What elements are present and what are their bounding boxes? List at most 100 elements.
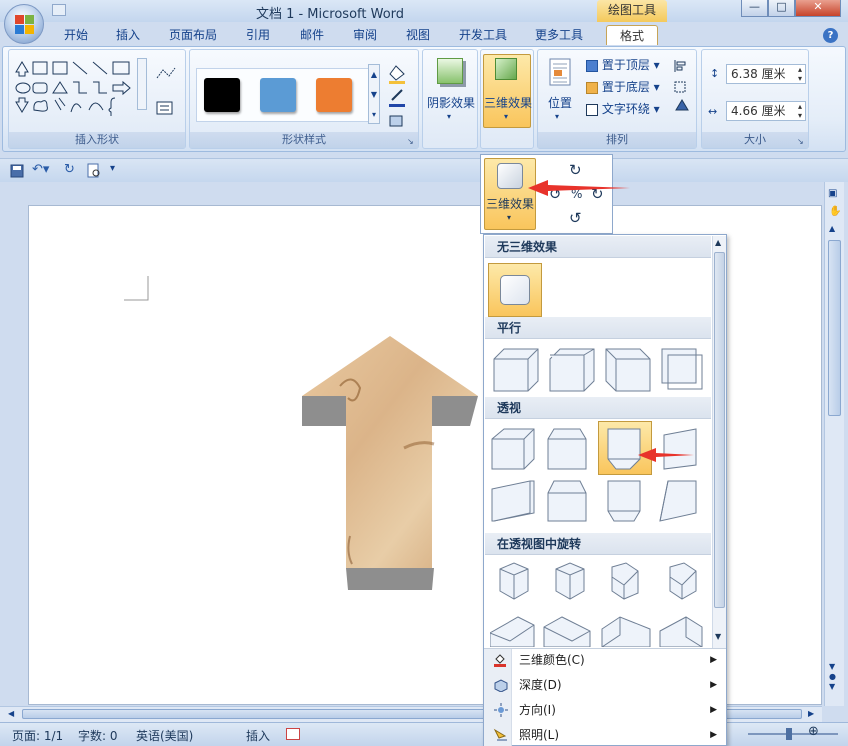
scroll-up-icon[interactable]: ▲ (715, 238, 721, 247)
margin-corner-mark (124, 276, 149, 301)
insert-mode[interactable]: 插入 (246, 727, 270, 744)
tab-mailings[interactable]: 邮件 (292, 25, 332, 45)
bring-front-label: 置于顶层 (601, 58, 650, 72)
menu-direction[interactable]: 方向(I) ▶ (485, 698, 725, 723)
shadow-effects-label[interactable]: 阴影效果 (423, 94, 479, 111)
context-tool-title: 绘图工具 (597, 0, 667, 22)
section-perspective-rotation: 在透视图中旋转 (485, 533, 711, 555)
scroll-right-icon[interactable]: ▶ (808, 709, 814, 718)
group-size: ↕ 6.38 厘米 ▴ ▾ ↔ 4.66 厘米 ▴ ▾ 大小 ↘ (701, 49, 809, 149)
no-3d-effect-option[interactable] (488, 263, 542, 317)
language-status[interactable]: 英语(美国) (136, 727, 193, 744)
office-button[interactable] (4, 4, 44, 44)
save-icon[interactable] (10, 164, 24, 178)
shadow-effects-icon[interactable] (437, 58, 463, 84)
3d-effects-gallery: 无三维效果 平行 透视 在透视图中旋转 ▲ ▼ 三维颜色(C) ▶ 深度(D) … (483, 234, 727, 746)
hand-icon: ✋ (829, 206, 842, 217)
group-shadow-effects: 阴影效果 ▾ (422, 49, 478, 149)
position-label[interactable]: 位置 (540, 94, 580, 111)
shapes-gallery-icon[interactable] (13, 58, 149, 116)
bring-to-front-button[interactable]: 置于顶层 ▾ (586, 56, 666, 73)
send-to-back-button[interactable]: 置于底层 ▾ (586, 78, 666, 95)
paint-bucket-icon (493, 653, 507, 667)
chevron-down-icon: ▾ (555, 112, 560, 121)
tab-review[interactable]: 审阅 (345, 25, 385, 45)
edit-shape-icon[interactable] (155, 66, 181, 82)
customize-qat-icon[interactable]: ▾ (110, 163, 115, 174)
tilt-down-icon[interactable]: ↺ (569, 209, 582, 227)
zoom-in-icon[interactable]: ⊕ (808, 724, 819, 739)
width-input[interactable]: 4.66 厘米 ▴ ▾ (726, 101, 806, 121)
dialog-launcher-icon[interactable]: ↘ (407, 137, 416, 146)
help-icon[interactable]: ? (823, 28, 838, 43)
tab-references[interactable]: 引用 (238, 25, 278, 45)
tab-view[interactable]: 视图 (398, 25, 438, 45)
gallery-scrollbar[interactable]: ▲ ▼ (712, 236, 726, 648)
style-swatch-black[interactable] (204, 78, 240, 112)
menu-3d-color[interactable]: 三维颜色(C) ▶ (485, 648, 725, 673)
shapes-gallery-scroll[interactable] (137, 58, 147, 110)
annotation-arrow-2 (638, 448, 694, 462)
rotation-presets[interactable] (490, 561, 708, 647)
chevron-down-icon: ▾ (504, 112, 509, 121)
style-swatch-orange[interactable] (316, 78, 352, 112)
submenu-arrow-icon: ▶ (710, 730, 717, 740)
scroll-down-icon[interactable]: ▼ ● ▼ (829, 662, 836, 692)
tab-insert[interactable]: 插入 (108, 25, 148, 45)
undo-icon[interactable]: ↶▾ (32, 162, 49, 177)
tilt-up-icon[interactable]: ↻ (569, 161, 582, 179)
text-box-icon[interactable] (155, 100, 175, 116)
word-count[interactable]: 字数: 0 (78, 727, 118, 744)
spin-arrows-icon[interactable]: ▴ ▾ (798, 102, 802, 120)
scroll-down-icon[interactable]: ▼ (715, 632, 721, 641)
tab-format[interactable]: 格式 (606, 25, 658, 45)
arrow-shape[interactable] (300, 336, 482, 592)
vertical-scrollbar[interactable]: ▣ ✋ ▲ ▼ ● ▼ (824, 182, 844, 706)
scroll-left-icon[interactable]: ◀ (8, 709, 14, 718)
menu-lighting[interactable]: 照明(L) ▶ (485, 723, 725, 746)
office-logo-icon-part (25, 25, 34, 34)
ruler-toggle-icon[interactable]: ▣ (828, 188, 837, 199)
height-icon: ↕ (710, 67, 720, 80)
office-logo-icon-part (25, 15, 34, 24)
send-back-icon (586, 81, 598, 94)
page-count[interactable]: 页面: 1/1 (12, 727, 63, 744)
group-3d-effects: 三维效果 ▾ (480, 49, 534, 149)
macro-record-icon[interactable] (286, 728, 300, 740)
lighting-icon (493, 728, 509, 742)
group-insert-shapes: 插入形状 (8, 49, 186, 149)
vertical-scroll-thumb[interactable] (828, 240, 841, 416)
close-button[interactable]: ✕ (795, 0, 841, 17)
text-wrap-button[interactable]: 文字环绕 ▾ (586, 100, 666, 117)
style-gallery-scroll[interactable]: ▲ ▼ ▾ (368, 64, 380, 124)
menu-lighting-label: 照明(L) (519, 728, 560, 742)
tab-home[interactable]: 开始 (56, 25, 96, 45)
3d-cube-icon (495, 58, 517, 80)
shape-fill-outline-effects[interactable] (386, 60, 416, 130)
group-label: 排列 (538, 132, 696, 148)
parallel-presets[interactable] (490, 343, 708, 393)
redo-icon[interactable]: ↻ (64, 162, 75, 177)
height-input[interactable]: 6.38 厘米 ▴ ▾ (726, 64, 806, 84)
section-no-3d: 无三维效果 (485, 236, 711, 258)
group-shape-styles: ▲ ▼ ▾ 形状样式 ↘ (189, 49, 419, 149)
scroll-up-icon[interactable]: ▲ (829, 224, 835, 233)
dialog-launcher-icon[interactable]: ↘ (797, 137, 806, 146)
align-group-rotate-icons[interactable] (672, 58, 694, 116)
minimize-button[interactable]: — (741, 0, 768, 17)
tab-more-tools[interactable]: 更多工具 (528, 25, 590, 45)
style-swatch-blue[interactable] (260, 78, 296, 112)
perspective-presets[interactable] (490, 425, 708, 529)
tab-page-layout[interactable]: 页面布局 (162, 25, 224, 45)
gallery-scroll-thumb[interactable] (714, 252, 725, 608)
print-preview-icon[interactable] (86, 163, 102, 179)
spin-arrows-icon[interactable]: ▴ ▾ (798, 65, 802, 83)
group-label: 插入形状 (9, 132, 185, 148)
zoom-slider[interactable]: ⊕ (748, 724, 838, 741)
position-icon[interactable] (546, 58, 576, 88)
maximize-button[interactable]: □ (768, 0, 795, 17)
menu-depth[interactable]: 深度(D) ▶ (485, 673, 725, 698)
office-logo-icon (15, 15, 24, 24)
tab-developer[interactable]: 开发工具 (452, 25, 514, 45)
perspective-below-icon (604, 192, 658, 242)
